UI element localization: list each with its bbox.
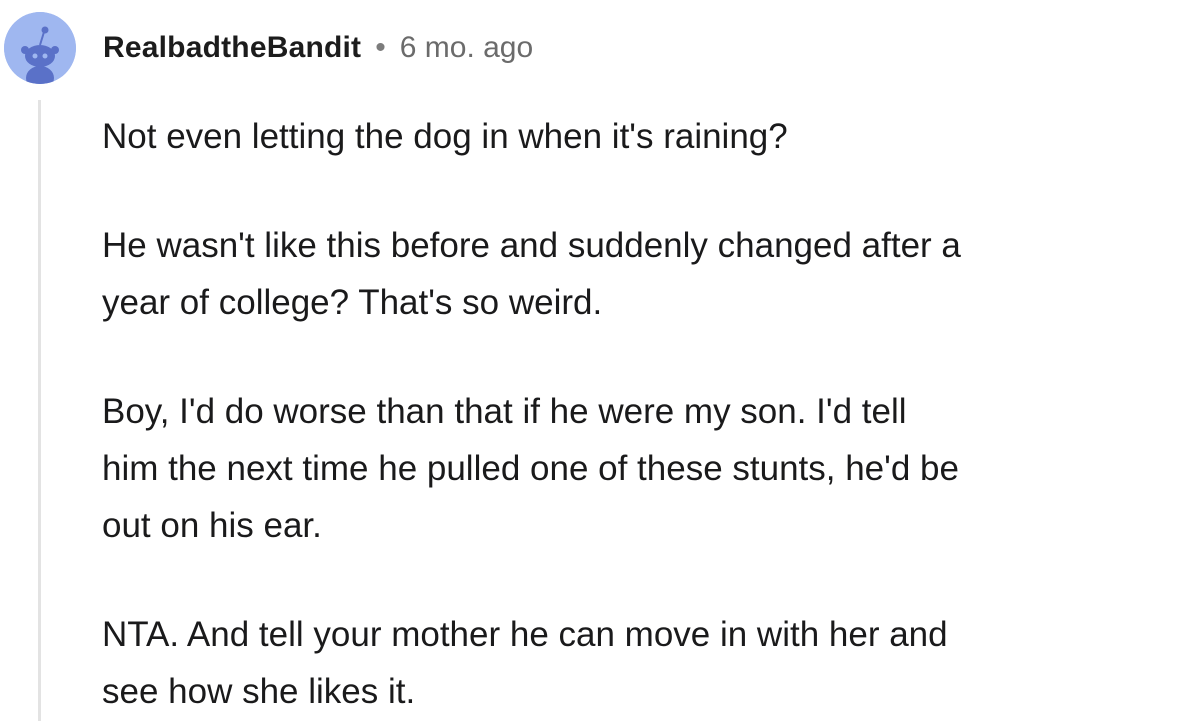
comment-body: Not even letting the dog in when it's ra… — [102, 108, 1182, 720]
username-link[interactable]: RealbadtheBandit — [103, 31, 361, 65]
thread-line[interactable] — [38, 100, 41, 721]
comment-paragraph: NTA. And tell your mother he can move in… — [102, 606, 1182, 720]
comment-timestamp[interactable]: 6 mo. ago — [400, 31, 533, 65]
comment-line: NTA. And tell your mother he can move in… — [102, 615, 948, 654]
comment-paragraph: Not even letting the dog in when it's ra… — [102, 108, 1182, 165]
comment-paragraph: Boy, I'd do worse than that if he were m… — [102, 383, 1182, 554]
comment-line: see how she likes it. — [102, 672, 416, 711]
comment-line: Not even letting the dog in when it's ra… — [102, 117, 788, 156]
comment-line: He wasn't like this before and suddenly … — [102, 226, 961, 265]
user-avatar[interactable] — [4, 12, 76, 84]
comment-line: out on his ear. — [102, 506, 322, 545]
comment-paragraph: He wasn't like this before and suddenly … — [102, 217, 1182, 331]
meta-separator: • — [375, 31, 386, 64]
comment-line: year of college? That's so weird. — [102, 283, 603, 322]
snoo-avatar-icon — [4, 12, 76, 84]
comment-line: him the next time he pulled one of these… — [102, 449, 959, 488]
comment-header: RealbadtheBandit • 6 mo. ago — [103, 26, 533, 70]
comment-line: Boy, I'd do worse than that if he were m… — [102, 392, 907, 431]
comment: RealbadtheBandit • 6 mo. ago Not even le… — [0, 0, 1192, 721]
